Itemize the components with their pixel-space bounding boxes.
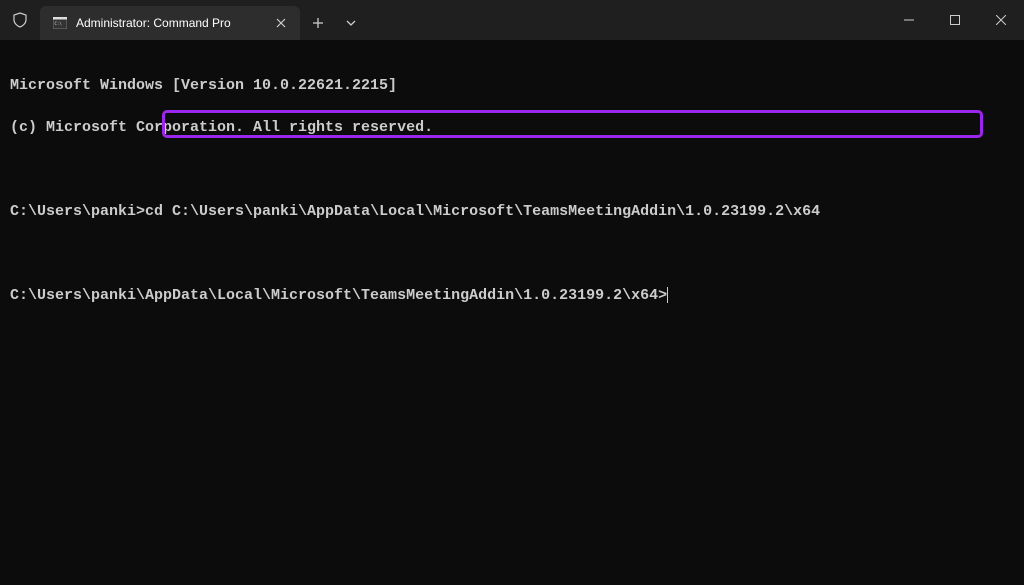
- minimize-button[interactable]: [886, 0, 932, 40]
- terminal-line-version: Microsoft Windows [Version 10.0.22621.22…: [10, 75, 1014, 96]
- terminal-prompt-2: C:\Users\panki\AppData\Local\Microsoft\T…: [10, 285, 1014, 306]
- titlebar-left: C:\ Administrator: Command Pro: [0, 0, 366, 40]
- prompt-command: cd C:\Users\panki\AppData\Local\Microsof…: [145, 203, 820, 220]
- tab-close-button[interactable]: [272, 14, 290, 32]
- terminal-output[interactable]: Microsoft Windows [Version 10.0.22621.22…: [0, 40, 1024, 341]
- terminal-line-copyright: (c) Microsoft Corporation. All rights re…: [10, 117, 1014, 138]
- shield-icon: [0, 0, 40, 40]
- cursor: [667, 287, 668, 303]
- window-controls: [886, 0, 1024, 40]
- tab-title: Administrator: Command Pro: [76, 16, 264, 30]
- prompt-prefix: C:\Users\panki>: [10, 203, 145, 220]
- svg-text:C:\: C:\: [55, 21, 63, 26]
- maximize-button[interactable]: [932, 0, 978, 40]
- blank-line: [10, 243, 1014, 264]
- tab-active[interactable]: C:\ Administrator: Command Pro: [40, 6, 300, 40]
- titlebar: C:\ Administrator: Command Pro: [0, 0, 1024, 40]
- blank-line: [10, 159, 1014, 180]
- close-button[interactable]: [978, 0, 1024, 40]
- cmd-icon: C:\: [52, 15, 68, 31]
- tabs-dropdown-button[interactable]: [336, 6, 366, 40]
- new-tab-button[interactable]: [300, 6, 336, 40]
- terminal-prompt-1: C:\Users\panki>cd C:\Users\panki\AppData…: [10, 201, 1014, 222]
- prompt-current: C:\Users\panki\AppData\Local\Microsoft\T…: [10, 287, 667, 304]
